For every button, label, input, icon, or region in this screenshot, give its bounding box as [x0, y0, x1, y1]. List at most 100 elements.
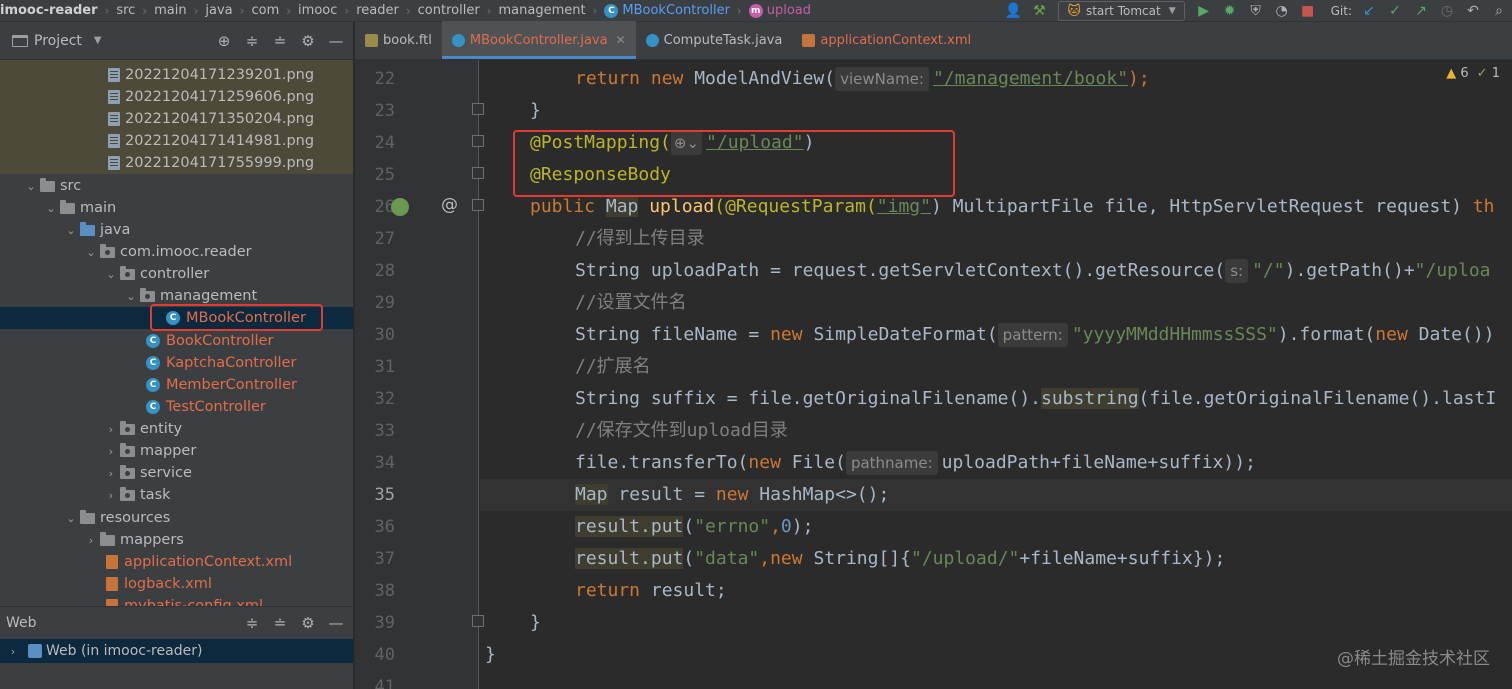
run-icon[interactable]: ▶ — [1191, 0, 1217, 21]
tree-package-root[interactable]: ⌄ com.imooc.reader — [0, 241, 353, 263]
xml-file-icon — [802, 33, 816, 47]
stop-icon[interactable]: ■ — [1295, 0, 1321, 21]
tree-package-controller[interactable]: ⌄ controller — [0, 263, 353, 285]
hide-panel-icon[interactable]: — — [325, 614, 347, 632]
tree-file-png[interactable]: 20221204171259606.png — [0, 86, 353, 108]
package-label: controller — [140, 266, 210, 282]
class-label: TestController — [166, 399, 266, 415]
project-panel-header: Project ▼ ⊕ ≑ ≐ ⚙ — — [0, 22, 353, 60]
chevron-right-icon[interactable]: › — [104, 423, 118, 436]
git-update-icon[interactable]: ↙ — [1356, 0, 1382, 21]
history-icon[interactable]: ◷ — [1434, 0, 1460, 21]
run-configuration-select[interactable]: 🐱 start Tomcat ▼ — [1058, 1, 1185, 21]
user-icon[interactable]: 👤 — [1000, 0, 1026, 21]
parameter-hint: s: — [1225, 259, 1249, 283]
tab-label: book.ftl — [383, 32, 432, 48]
breadcrumb-item-main[interactable]: main — [147, 3, 193, 18]
chevron-right-icon[interactable]: › — [104, 467, 118, 480]
tree-class[interactable]: C KaptchaController — [0, 352, 353, 374]
project-panel-title[interactable]: Project — [34, 33, 82, 49]
package-label: com.imooc.reader — [120, 244, 252, 260]
breadcrumb-item-controller[interactable]: controller — [411, 3, 487, 18]
tree-package-mapper[interactable]: › mapper — [0, 440, 353, 462]
coverage-icon[interactable]: ⛨ — [1243, 0, 1269, 21]
tree-file-png[interactable]: 20221204171755999.png — [0, 152, 353, 174]
class-icon — [645, 33, 659, 47]
tree-folder-mappers[interactable]: › mappers — [0, 529, 353, 551]
chevron-down-icon[interactable]: ⌄ — [64, 224, 78, 237]
package-label: mapper — [140, 443, 197, 459]
expand-all-icon[interactable]: ≑ — [241, 32, 263, 50]
package-label: entity — [140, 421, 183, 437]
gear-icon[interactable]: ⚙ — [297, 32, 319, 50]
git-commit-icon[interactable]: ✓ — [1382, 0, 1408, 21]
web-panel-title[interactable]: Web — [6, 615, 37, 631]
spring-bean-icon[interactable] — [391, 198, 409, 216]
breadcrumb-item-src[interactable]: src — [109, 3, 142, 18]
tree-folder-src[interactable]: ⌄ src — [0, 175, 353, 197]
tree-package-task[interactable]: › task — [0, 484, 353, 506]
hide-panel-icon[interactable]: — — [325, 32, 347, 50]
tree-package-service[interactable]: › service — [0, 462, 353, 484]
tab-computetask-java[interactable]: ComputeTask.java — [636, 21, 793, 59]
chevron-right-icon[interactable]: › — [104, 445, 118, 458]
breadcrumb-item-imooc[interactable]: imooc — [291, 3, 344, 18]
code-area[interactable]: return new ModelAndView(viewName: "/manag… — [480, 60, 1512, 689]
breadcrumb-item-method[interactable]: m upload — [742, 3, 818, 18]
tree-folder-resources[interactable]: ⌄ resources — [0, 507, 353, 529]
tree-file-png[interactable]: 20221204171239201.png — [0, 64, 353, 86]
tree-package-entity[interactable]: › entity — [0, 418, 353, 440]
chevron-down-icon[interactable]: ⌄ — [84, 246, 98, 259]
web-module-row[interactable]: › Web (in imooc-reader) — [0, 639, 353, 663]
warning-icon: ▲ — [1446, 66, 1457, 81]
build-hammer-icon[interactable]: ⚒ — [1026, 0, 1052, 21]
tree-folder-main[interactable]: ⌄ main — [0, 197, 353, 219]
tree-file-png[interactable]: 20221204171350204.png — [0, 108, 353, 130]
tree-folder-java[interactable]: ⌄ java — [0, 219, 353, 241]
collapse-all-icon[interactable]: ≐ — [269, 32, 291, 50]
search-everywhere-icon[interactable]: ⌕ — [1486, 0, 1512, 21]
file-label: logback.xml — [124, 576, 212, 592]
git-push-icon[interactable]: ↗ — [1408, 0, 1434, 21]
request-mapping-icon[interactable]: @ — [441, 195, 458, 215]
breadcrumb-item-class[interactable]: C MBookController — [597, 3, 737, 18]
chevron-right-icon[interactable]: › — [104, 489, 118, 502]
chevron-down-icon[interactable]: ⌄ — [24, 180, 38, 193]
rollback-icon[interactable]: ↶ — [1460, 0, 1486, 21]
main-toolbar: 👤 ⚒ 🐱 start Tomcat ▼ ▶ ✹ ⛨ ◔ ■ Git: ↙ ✓ ↗ … — [1000, 0, 1512, 21]
chevron-right-icon[interactable]: › — [84, 534, 98, 547]
close-icon[interactable]: ✕ — [616, 33, 626, 47]
package-icon — [140, 287, 155, 302]
tab-mbookcontroller-java[interactable]: MBookController.java ✕ — [441, 21, 636, 59]
tree-file-png[interactable]: 20221204171414981.png — [0, 130, 353, 152]
code-line-37: result.put("data",new String[]{"/upload/… — [575, 548, 1226, 569]
breadcrumb-item-java[interactable]: java — [198, 3, 239, 18]
tomcat-icon: 🐱 — [1067, 3, 1081, 19]
tree-file-xml[interactable]: applicationContext.xml — [0, 551, 353, 573]
inspection-widget[interactable]: ▲ 6 ✓ 1 — [1446, 66, 1500, 81]
tree-class[interactable]: C TestController — [0, 396, 353, 418]
tab-applicationcontext-xml[interactable]: applicationContext.xml — [792, 21, 981, 59]
tree-file-xml[interactable]: mybatis-config.xml — [0, 595, 353, 606]
breadcrumb-item-com[interactable]: com — [244, 3, 286, 18]
tree-class[interactable]: C MemberController — [0, 374, 353, 396]
locate-target-icon[interactable]: ⊕ — [213, 32, 235, 50]
tree-class[interactable]: C BookController — [0, 330, 353, 352]
breadcrumb-item-reader[interactable]: reader — [349, 3, 406, 18]
breadcrumb-item-management[interactable]: management — [491, 3, 592, 18]
code-editor[interactable]: 22 23 24 25 26 27 28 29 30 31 32 33 34 3… — [355, 60, 1512, 689]
expand-all-icon[interactable]: ≑ — [241, 614, 263, 632]
profiler-icon[interactable]: ◔ — [1269, 0, 1295, 21]
chevron-down-icon[interactable]: ▼ — [94, 35, 102, 46]
chevron-down-icon[interactable]: ⌄ — [104, 268, 118, 281]
chevron-down-icon[interactable]: ⌄ — [44, 202, 58, 215]
chevron-right-icon[interactable]: › — [6, 645, 20, 658]
chevron-down-icon[interactable]: ⌄ — [64, 512, 78, 525]
tree-file-xml[interactable]: logback.xml — [0, 573, 353, 595]
gear-icon[interactable]: ⚙ — [297, 614, 319, 632]
tab-book-ftl[interactable]: book.ftl — [355, 21, 442, 59]
breadcrumb-item-project[interactable]: imooc-reader — [0, 3, 105, 18]
collapse-all-icon[interactable]: ≐ — [269, 614, 291, 632]
chevron-down-icon[interactable]: ⌄ — [124, 290, 138, 303]
debug-icon[interactable]: ✹ — [1217, 0, 1243, 21]
